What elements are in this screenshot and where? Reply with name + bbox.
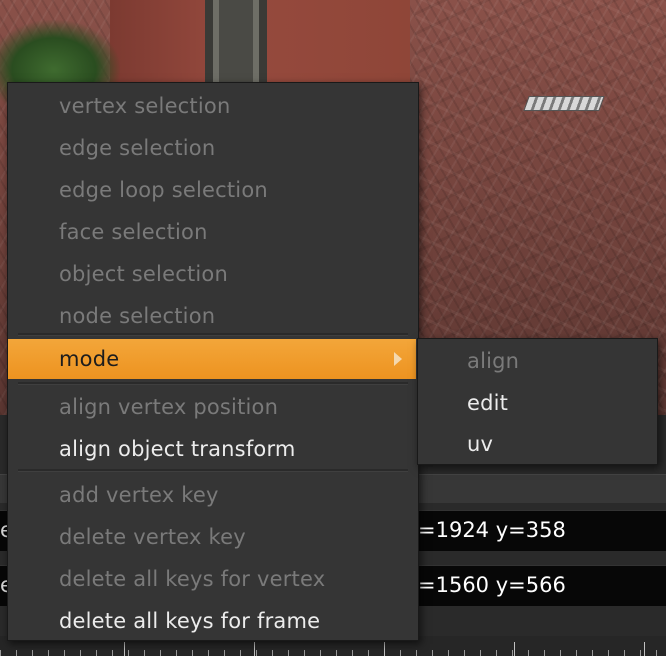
mode-submenu: align edit uv <box>417 338 658 465</box>
coordinate-readout: =1560 y=566 <box>418 573 566 597</box>
menu-separator <box>18 333 408 336</box>
menu-item-label: delete all keys for vertex <box>59 567 326 591</box>
building-wall <box>110 0 410 82</box>
menu-item-delete-all-keys-for-vertex[interactable]: delete all keys for vertex <box>8 558 416 600</box>
menu-item-label: uv <box>467 432 494 456</box>
menu-item-label: node selection <box>59 304 216 328</box>
menu-item-label: delete vertex key <box>59 525 246 549</box>
timeline-ruler-major-ticks <box>0 642 666 656</box>
submenu-item-align[interactable]: align <box>418 340 655 382</box>
menu-item-label: delete all keys for frame <box>59 609 321 633</box>
menu-item-face-selection[interactable]: face selection <box>8 211 416 253</box>
menu-item-vertex-selection[interactable]: vertex selection <box>8 85 416 127</box>
menu-item-label: face selection <box>59 220 208 244</box>
context-menu: vertex selection edge selection edge loo… <box>7 82 419 641</box>
menu-item-edge-loop-selection[interactable]: edge loop selection <box>8 169 416 211</box>
menu-item-label: mode <box>59 347 120 371</box>
submenu-arrow-icon <box>394 352 402 366</box>
menu-item-align-vertex-position[interactable]: align vertex position <box>8 386 416 428</box>
menu-item-mode[interactable]: mode <box>8 339 416 379</box>
menu-item-label: edge loop selection <box>59 178 268 202</box>
coordinate-readout: =1924 y=358 <box>418 518 566 542</box>
menu-separator <box>18 469 408 472</box>
menu-item-label: add vertex key <box>59 483 219 507</box>
submenu-item-uv[interactable]: uv <box>418 423 655 465</box>
street-drain <box>523 96 605 111</box>
menu-item-align-object-transform[interactable]: align object transform <box>8 428 416 470</box>
menu-item-label: object selection <box>59 262 228 286</box>
menu-separator <box>18 382 408 385</box>
menu-item-label: align object transform <box>59 437 296 461</box>
menu-item-label: edit <box>467 391 509 415</box>
menu-item-label: align vertex position <box>59 395 279 419</box>
menu-item-delete-all-keys-for-frame[interactable]: delete all keys for frame <box>8 600 416 642</box>
menu-item-label: vertex selection <box>59 94 231 118</box>
menu-item-object-selection[interactable]: object selection <box>8 253 416 295</box>
menu-item-node-selection[interactable]: node selection <box>8 295 416 337</box>
menu-item-label: edge selection <box>59 136 216 160</box>
menu-item-add-vertex-key[interactable]: add vertex key <box>8 474 416 516</box>
menu-item-edge-selection[interactable]: edge selection <box>8 127 416 169</box>
menu-item-label: align <box>467 349 520 373</box>
menu-item-delete-vertex-key[interactable]: delete vertex key <box>8 516 416 558</box>
submenu-item-edit[interactable]: edit <box>418 382 655 424</box>
